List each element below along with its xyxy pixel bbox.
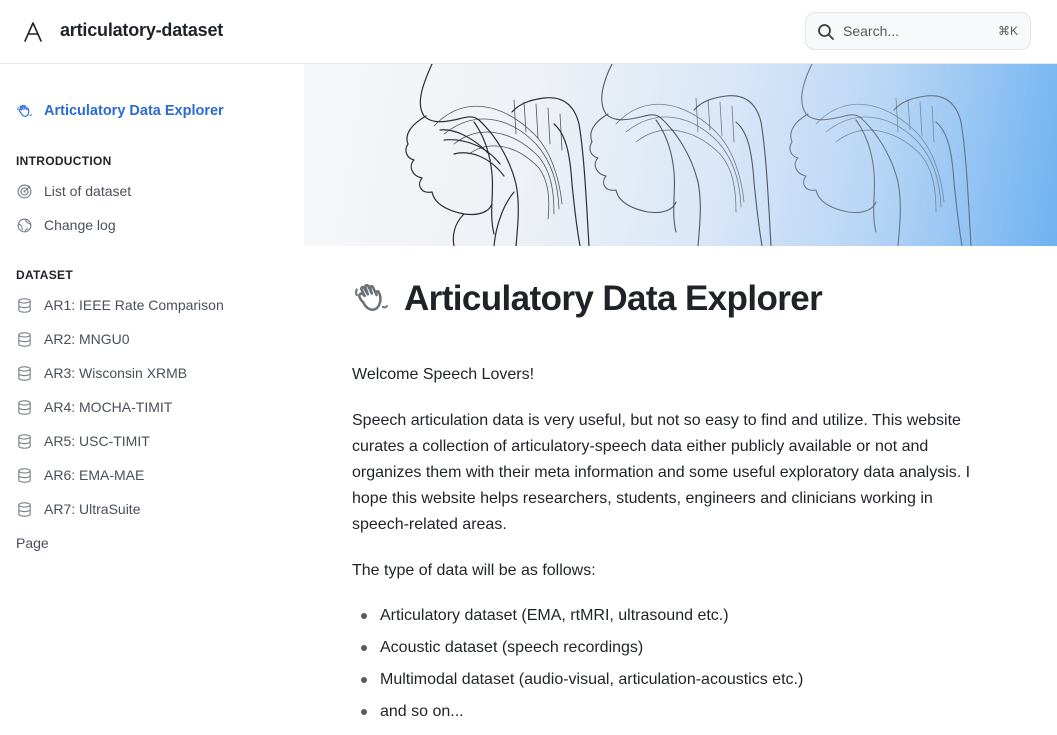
sidebar-item-ar1[interactable]: AR1: IEEE Rate Comparison bbox=[16, 294, 224, 316]
sidebar-item-page[interactable]: Page bbox=[16, 535, 49, 551]
sidebar-item-articulatory-data-explorer[interactable]: Articulatory Data Explorer bbox=[16, 100, 224, 122]
page-heading: Articulatory Data Explorer bbox=[352, 278, 823, 320]
sidebar-item-ar6[interactable]: AR6: EMA-MAE bbox=[16, 464, 144, 486]
data-type-list: Articulatory dataset (EMA, rtMRI, ultras… bbox=[352, 600, 803, 728]
target-icon bbox=[17, 184, 32, 198]
sidebar-item-change-log[interactable]: Change log bbox=[16, 214, 116, 236]
sidebar-item-list-of-dataset[interactable]: List of dataset bbox=[16, 180, 131, 202]
sidebar-item-label: AR7: UltraSuite bbox=[44, 501, 141, 517]
sidebar-item-label: AR5: USC-TIMIT bbox=[44, 433, 150, 449]
sidebar-item-ar5[interactable]: AR5: USC-TIMIT bbox=[16, 430, 150, 452]
list-item-text: Acoustic dataset (speech recordings) bbox=[380, 639, 644, 656]
database-icon bbox=[18, 399, 31, 415]
globe-icon bbox=[17, 218, 32, 232]
sidebar-item-ar7[interactable]: AR7: UltraSuite bbox=[16, 498, 140, 520]
top-header: articulatory-dataset Search... ⌘K bbox=[0, 0, 1057, 64]
database-icon bbox=[18, 467, 31, 483]
sidebar-item-label: Articulatory Data Explorer bbox=[44, 103, 224, 119]
bullet-icon bbox=[361, 709, 367, 715]
sidebar-item-label: AR3: Wisconsin XRMB bbox=[44, 365, 188, 381]
search-shortcut: ⌘K bbox=[997, 24, 1018, 38]
database-icon bbox=[18, 433, 31, 449]
list-item: Multimodal dataset (audio-visual, articu… bbox=[352, 664, 803, 696]
sidebar-item-label: List of dataset bbox=[44, 183, 132, 199]
sidebar-item-label: AR1: IEEE Rate Comparison bbox=[44, 297, 224, 313]
vocal-tract-illustration bbox=[405, 64, 972, 246]
hero-banner bbox=[304, 64, 1057, 246]
database-icon bbox=[18, 501, 31, 517]
sidebar-item-label: AR4: MOCHA-TIMIT bbox=[44, 399, 173, 415]
bullet-icon bbox=[361, 613, 367, 619]
list-item-text: Multimodal dataset (audio-visual, articu… bbox=[380, 671, 804, 688]
database-icon bbox=[18, 331, 31, 347]
sidebar-item-ar4[interactable]: AR4: MOCHA-TIMIT bbox=[16, 396, 172, 418]
types-lead-text: The type of data will be as follows: bbox=[352, 562, 596, 579]
search-box[interactable]: Search... ⌘K bbox=[805, 12, 1031, 50]
search-placeholder: Search... bbox=[843, 23, 900, 39]
sidebar: Articulatory Data Explorer INTRODUCTION … bbox=[0, 64, 304, 735]
sidebar-item-label: Change log bbox=[44, 217, 116, 233]
logo-icon[interactable] bbox=[22, 19, 44, 45]
list-item: and so on... bbox=[352, 696, 803, 728]
sidebar-item-ar3[interactable]: AR3: Wisconsin XRMB bbox=[16, 362, 187, 384]
list-item-text: Articulatory dataset (EMA, rtMRI, ultras… bbox=[380, 607, 729, 624]
waving-hand-icon bbox=[355, 283, 388, 311]
intro-paragraph: Speech articulation data is very useful,… bbox=[352, 412, 971, 533]
list-item: Acoustic dataset (speech recordings) bbox=[352, 632, 803, 664]
sidebar-item-ar2[interactable]: AR2: MNGU0 bbox=[16, 328, 130, 350]
welcome-text: Welcome Speech Lovers! bbox=[352, 366, 535, 383]
sidebar-item-label: AR2: MNGU0 bbox=[44, 331, 130, 347]
list-item-text: and so on... bbox=[380, 703, 464, 720]
section-title-dataset: DATASET bbox=[16, 268, 73, 282]
waving-hand-icon bbox=[17, 104, 33, 117]
list-item: Articulatory dataset (EMA, rtMRI, ultras… bbox=[352, 600, 803, 632]
page-title: Articulatory Data Explorer bbox=[404, 279, 823, 318]
bullet-icon bbox=[361, 645, 367, 651]
sidebar-item-label: AR6: EMA-MAE bbox=[44, 467, 145, 483]
section-title-introduction: INTRODUCTION bbox=[16, 154, 112, 168]
search-icon bbox=[818, 24, 834, 40]
site-title[interactable]: articulatory-dataset bbox=[60, 20, 223, 41]
database-icon bbox=[18, 365, 31, 381]
bullet-icon bbox=[361, 677, 367, 683]
database-icon bbox=[18, 297, 31, 313]
